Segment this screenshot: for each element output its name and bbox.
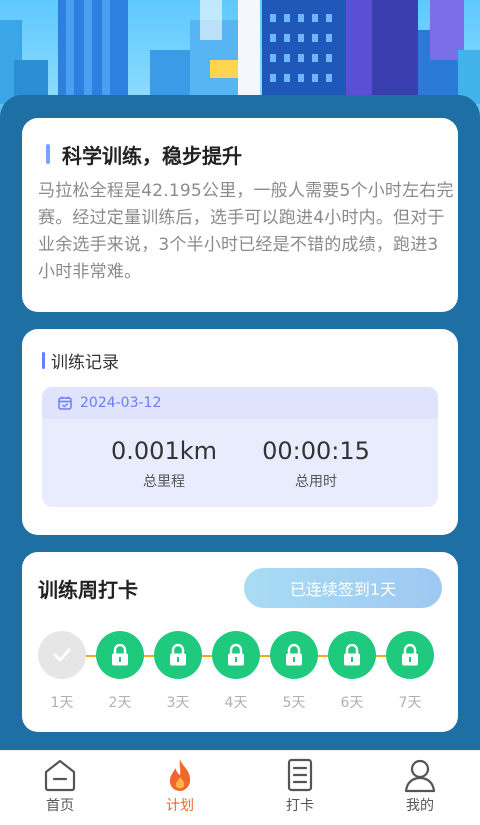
checkin-day-7[interactable]: [386, 631, 434, 679]
lock-icon: [344, 643, 360, 666]
checkin-day-1[interactable]: [38, 631, 86, 679]
tab-profile-label: 我的: [406, 798, 434, 814]
lock-icon: [402, 643, 418, 666]
record-date: 2024-03-12: [80, 395, 162, 411]
record-header: 训练记录: [42, 349, 119, 373]
checkin-day-label: 7天: [398, 695, 422, 711]
record-entry[interactable]: 2024-03-12 0.001km 总里程 00:00:15 总用时: [42, 387, 438, 507]
tab-checkin-label: 打卡: [286, 798, 314, 814]
intro-title: 科学训练，稳步提升: [62, 143, 242, 168]
checkin-day-label: 5天: [282, 695, 306, 711]
total-duration: 00:00:15 总用时: [236, 437, 396, 491]
flame-icon: [169, 759, 191, 791]
tab-profile[interactable]: 我的: [380, 757, 460, 815]
checkin-day-label: 1天: [50, 695, 74, 711]
checklist-icon: [287, 758, 313, 792]
title-accent-bar: [46, 144, 50, 164]
checkin-day-6[interactable]: [328, 631, 376, 679]
weekly-checkin-card: 训练周打卡 已连续签到1天 1天 2天 3天 4天 5天 6天 7天: [22, 552, 458, 732]
check-icon: [53, 648, 71, 662]
checkin-title: 训练周打卡: [38, 578, 138, 602]
checkin-day-4[interactable]: [212, 631, 260, 679]
checkin-day-label: 2天: [108, 695, 132, 711]
intro-text: 马拉松全程是42.195公里，一般人需要5个小时左右完赛。经过定量训练后，选手可…: [38, 181, 454, 282]
lock-icon: [286, 643, 302, 666]
intro-header: 科学训练，稳步提升: [46, 142, 242, 168]
tab-plan-label: 计划: [166, 798, 194, 814]
streak-badge: 已连续签到1天: [244, 568, 442, 608]
user-icon: [404, 759, 436, 793]
total-duration-label: 总用时: [295, 474, 337, 490]
checkin-day-3[interactable]: [154, 631, 202, 679]
calendar-icon: [58, 396, 72, 410]
record-title: 训练记录: [51, 352, 119, 373]
home-icon: [44, 759, 76, 792]
checkin-day-2[interactable]: [96, 631, 144, 679]
lock-icon: [228, 643, 244, 666]
bottom-tab-bar: 首页 计划 打卡 我的: [0, 750, 480, 825]
title-accent-bar: [42, 351, 45, 369]
total-distance: 0.001km 总里程: [84, 437, 244, 491]
record-date-row: 2024-03-12: [42, 387, 438, 419]
checkin-day-label: 6天: [340, 695, 364, 711]
total-duration-value: 00:00:15: [262, 437, 370, 465]
tab-checkin[interactable]: 打卡: [260, 757, 340, 815]
total-distance-label: 总里程: [143, 474, 185, 490]
checkin-day-label: 4天: [224, 695, 248, 711]
tab-plan[interactable]: 计划: [140, 757, 220, 815]
total-distance-value: 0.001km: [111, 437, 217, 465]
training-record-card: 训练记录 2024-03-12 0.001km 总里程 00:00:15 总用时: [22, 329, 458, 535]
intro-card: 科学训练，稳步提升 马拉松全程是42.195公里，一般人需要5个小时左右完赛。经…: [22, 118, 458, 312]
tab-home-label: 首页: [46, 798, 74, 814]
lock-icon: [112, 643, 128, 666]
checkin-day-label: 3天: [166, 695, 190, 711]
checkin-day-5[interactable]: [270, 631, 318, 679]
tab-home[interactable]: 首页: [20, 757, 100, 815]
lock-icon: [170, 643, 186, 666]
